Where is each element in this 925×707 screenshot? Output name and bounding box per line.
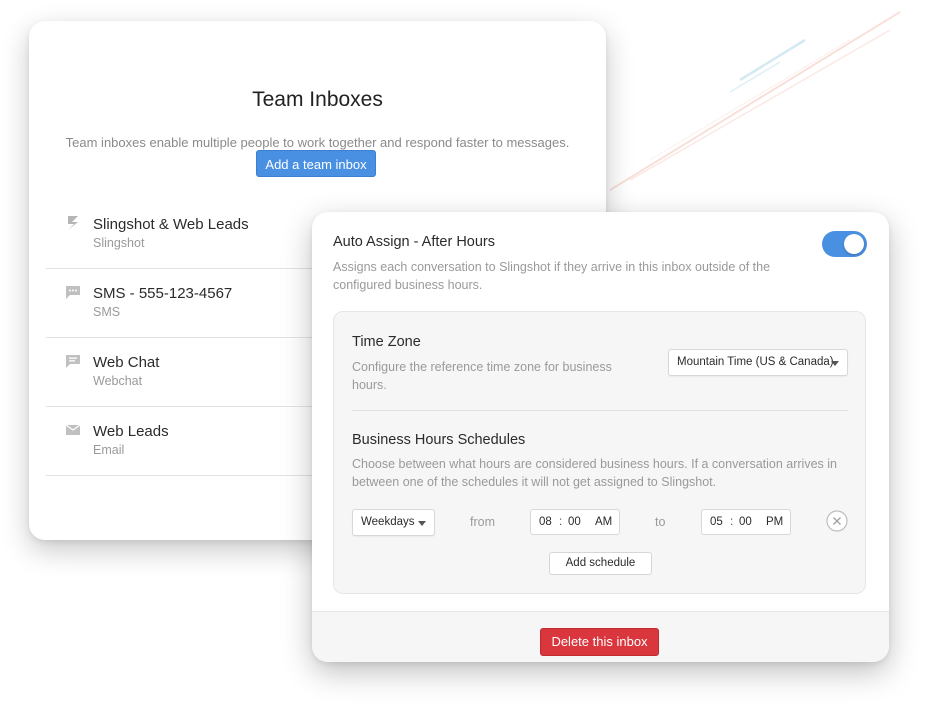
end-period[interactable]: PM (766, 510, 783, 534)
to-label: to (655, 515, 666, 529)
inbox-type: Webchat (93, 374, 143, 388)
add-team-inbox-button[interactable]: Add a team inbox (256, 150, 376, 177)
auto-assign-description: Assigns each conversation to Slingshot i… (333, 260, 771, 292)
time-separator: : (559, 516, 563, 528)
toggle-knob (844, 234, 864, 254)
inbox-name: Web Chat (93, 354, 160, 371)
end-time-input[interactable]: 05 : 00 PM (701, 509, 791, 535)
delete-inbox-button[interactable]: Delete this inbox (540, 628, 659, 656)
slingshot-icon (68, 216, 78, 230)
sms-icon (66, 286, 80, 299)
business-hours-title: Business Hours Schedules (352, 432, 526, 448)
time-zone-value: Mountain Time (US & Canada) (677, 356, 834, 368)
email-icon (65, 424, 81, 435)
settings-footer: Delete this inbox (312, 611, 889, 662)
divider (352, 410, 848, 411)
time-zone-description: Configure the reference time zone for bu… (352, 360, 612, 392)
start-minute[interactable]: 00 (568, 510, 581, 534)
page-title: Team Inboxes (252, 88, 383, 111)
chevron-down-icon (418, 520, 426, 526)
end-hour[interactable]: 05 (710, 510, 723, 534)
auto-assign-toggle[interactable] (822, 231, 867, 257)
inbox-name: SMS - 555-123-4567 (93, 285, 233, 302)
time-separator: : (730, 516, 734, 528)
schedule-panel: Time Zone Configure the reference time z… (333, 311, 866, 594)
business-hours-description: Choose between what hours are considered… (352, 457, 837, 489)
auto-assign-title: Auto Assign - After Hours (333, 234, 495, 250)
remove-schedule-icon[interactable] (826, 510, 848, 532)
page-subtitle: Team inboxes enable multiple people to w… (65, 135, 570, 150)
time-zone-title: Time Zone (352, 334, 421, 350)
add-schedule-button[interactable]: Add schedule (549, 552, 652, 575)
start-time-input[interactable]: 08 : 00 AM (530, 509, 620, 535)
end-minute[interactable]: 00 (739, 510, 752, 534)
start-hour[interactable]: 08 (539, 510, 552, 534)
inbox-type: SMS (93, 305, 121, 319)
from-label: from (470, 515, 495, 529)
chevron-down-icon (831, 360, 839, 366)
schedule-days-value: Weekdays (361, 516, 415, 528)
schedule-days-select[interactable]: Weekdays (352, 509, 435, 536)
inbox-name: Slingshot & Web Leads (93, 216, 249, 233)
inbox-name: Web Leads (93, 423, 169, 440)
inbox-settings-card: Auto Assign - After Hours Assigns each c… (312, 212, 889, 662)
start-period[interactable]: AM (595, 510, 612, 534)
inbox-type: Slingshot (93, 236, 145, 250)
decorative-streaks (609, 11, 901, 191)
time-zone-select[interactable]: Mountain Time (US & Canada) (668, 349, 848, 376)
chat-icon (66, 355, 80, 368)
inbox-type: Email (93, 443, 125, 457)
